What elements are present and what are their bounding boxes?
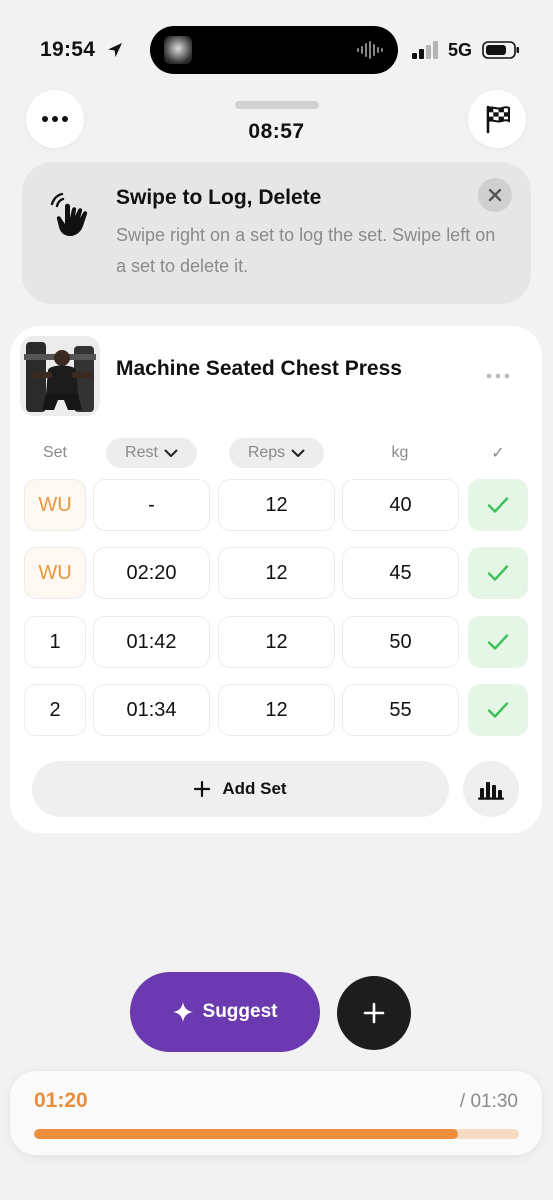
rest-timer-card[interactable]: 01:20 / 01:30 xyxy=(10,1071,542,1155)
cellular-signal-icon xyxy=(412,41,438,59)
plus-icon xyxy=(363,1002,385,1024)
checkered-flag-icon xyxy=(486,105,510,134)
column-header-done: ✓ xyxy=(468,438,528,468)
column-header-reps-label: Reps xyxy=(247,444,286,461)
weight-cell[interactable]: 55 xyxy=(342,684,459,736)
sparkle-icon xyxy=(172,1002,193,1022)
set-number-cell[interactable]: WU xyxy=(24,479,86,531)
add-exercise-button[interactable] xyxy=(337,976,411,1050)
set-number-cell[interactable]: WU xyxy=(24,547,86,599)
set-number-cell[interactable]: 2 xyxy=(24,684,86,736)
network-type: 5G xyxy=(448,40,473,60)
reps-cell[interactable]: 12 xyxy=(218,684,335,736)
bar-chart-icon xyxy=(478,782,504,800)
reps-cell[interactable]: 12 xyxy=(218,479,335,531)
rest-timer-progress-track xyxy=(34,1129,519,1139)
add-set-button[interactable]: Add Set xyxy=(32,761,449,817)
rest-cell[interactable]: - xyxy=(93,479,210,531)
exercise-thumbnail[interactable] xyxy=(20,336,100,416)
rest-cell[interactable]: 01:34 xyxy=(93,684,210,736)
checkmark-icon xyxy=(487,497,509,513)
plus-icon xyxy=(194,781,211,797)
checkmark-icon xyxy=(487,702,509,718)
suggest-button[interactable]: Suggest xyxy=(130,972,320,1052)
suggest-label: Suggest xyxy=(202,1001,278,1022)
tip-title: Swipe to Log, Delete xyxy=(116,186,322,209)
weight-cell[interactable]: 40 xyxy=(342,479,459,531)
now-playing-thumbnail xyxy=(164,36,192,64)
finish-workout-button[interactable] xyxy=(468,90,526,148)
swipe-hand-icon xyxy=(50,192,88,236)
checkmark-icon xyxy=(487,565,509,581)
status-bar: 19:54 5G xyxy=(0,0,553,96)
reps-cell[interactable]: 12 xyxy=(218,547,335,599)
rest-timer-elapsed: 01:20 xyxy=(34,1089,88,1112)
rest-timer-progress-fill xyxy=(34,1129,459,1139)
weight-cell[interactable]: 50 xyxy=(342,616,459,668)
set-complete-toggle[interactable] xyxy=(468,479,528,531)
exercise-card: Machine Seated Chest Press Set Rest Reps… xyxy=(10,326,542,833)
exercise-photo xyxy=(20,336,100,416)
column-header-weight-label: kg xyxy=(391,444,409,461)
column-header-set: Set xyxy=(24,438,86,468)
chevron-down-icon xyxy=(164,449,178,457)
rest-cell[interactable]: 02:20 xyxy=(93,547,210,599)
location-arrow-icon xyxy=(108,43,122,57)
column-header-rest-label: Rest xyxy=(125,444,158,461)
exercise-more-icon[interactable] xyxy=(486,373,510,379)
column-header-set-label: Set xyxy=(42,444,67,461)
add-set-label: Add Set xyxy=(222,779,287,798)
audio-waveform-icon xyxy=(357,41,383,59)
sheet-grabber[interactable] xyxy=(235,101,319,109)
set-complete-toggle[interactable] xyxy=(468,547,528,599)
set-number-cell[interactable]: 1 xyxy=(24,616,86,668)
exercise-stats-button[interactable] xyxy=(463,761,519,817)
exercise-name[interactable]: Machine Seated Chest Press xyxy=(116,357,402,381)
dynamic-island[interactable] xyxy=(150,26,398,74)
reps-cell[interactable]: 12 xyxy=(218,616,335,668)
column-header-reps-dropdown[interactable]: Reps xyxy=(229,438,324,468)
set-complete-toggle[interactable] xyxy=(468,616,528,668)
tip-close-button[interactable] xyxy=(478,178,512,212)
checkmark-icon xyxy=(487,634,509,650)
rest-timer-total: / 01:30 xyxy=(459,1091,518,1112)
chevron-down-icon xyxy=(291,449,305,457)
set-complete-toggle[interactable] xyxy=(468,684,528,736)
status-time: 19:54 xyxy=(40,38,96,61)
column-header-weight: kg xyxy=(344,438,456,468)
weight-cell[interactable]: 45 xyxy=(342,547,459,599)
swipe-tip-card: Swipe to Log, Delete Swipe right on a se… xyxy=(22,162,531,304)
close-icon xyxy=(488,188,502,202)
battery-icon xyxy=(482,41,519,59)
tip-body: Swipe right on a set to log the set. Swi… xyxy=(116,225,496,276)
rest-cell[interactable]: 01:42 xyxy=(93,616,210,668)
column-header-rest-dropdown[interactable]: Rest xyxy=(106,438,197,468)
column-header-done-label: ✓ xyxy=(491,445,505,462)
